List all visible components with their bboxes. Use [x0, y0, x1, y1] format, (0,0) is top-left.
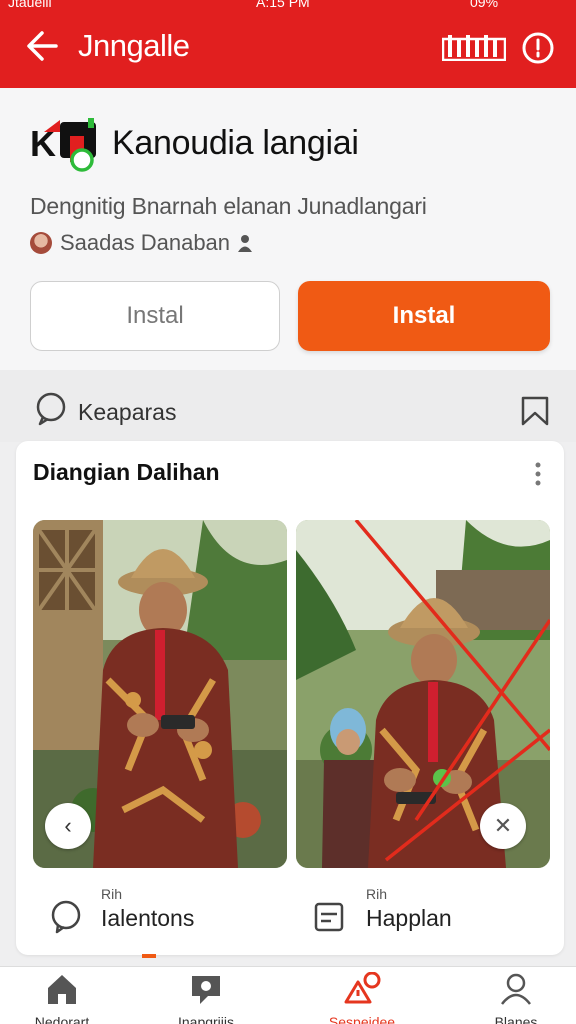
- action-label: Ialentons: [101, 905, 195, 931]
- alert-icon: [344, 972, 381, 1004]
- chat-bubble-icon: [51, 900, 81, 934]
- close-button[interactable]: ✕: [480, 803, 526, 849]
- chevron-left-icon: ‹: [64, 813, 72, 838]
- tab-messages[interactable]: Inapgriiis: [146, 972, 266, 1024]
- chat-icon: [192, 976, 220, 1004]
- developer-name: Saadas Danaban: [60, 230, 231, 255]
- action-item-1[interactable]: Rih Ialentons: [33, 880, 278, 944]
- page-title: Jnngalle: [78, 28, 190, 63]
- arrow-left-icon[interactable]: [22, 26, 62, 66]
- status-time: A:15 PM: [256, 0, 310, 10]
- install-secondary-button[interactable]: Instal: [30, 281, 280, 351]
- bookmark-icon[interactable]: [519, 395, 551, 427]
- tab-home[interactable]: Nedorart: [2, 972, 122, 1024]
- status-bar: Jtauelii A:15 PM 09%: [0, 0, 576, 10]
- home-icon: [48, 975, 76, 1004]
- card-title: Diangian Dalihan: [33, 459, 220, 485]
- install-button[interactable]: Instal: [298, 281, 550, 351]
- tab-label: Nedorart: [34, 1014, 90, 1024]
- app-logo-icon: K: [30, 118, 96, 172]
- tab-label: Inapgriiis: [177, 1014, 235, 1024]
- app-bar: Jtauelii A:15 PM 09% Jnngalle: [0, 0, 576, 88]
- app-description: Dengnitig Bnarnah elanan Junadlangari: [30, 193, 427, 219]
- chat-bubble-icon[interactable]: [34, 392, 68, 426]
- tab-alerts[interactable]: Sespeidee: [302, 972, 422, 1024]
- document-icon: [314, 902, 344, 932]
- verified-icon: [238, 235, 253, 252]
- more-options-icon[interactable]: [530, 459, 546, 491]
- bar-graph-icon[interactable]: [442, 33, 506, 61]
- section-label[interactable]: Keaparas: [78, 399, 176, 426]
- status-battery: 09%: [470, 0, 499, 10]
- previous-button[interactable]: ‹: [45, 803, 91, 849]
- action-item-2[interactable]: Rih Happlan: [296, 880, 550, 944]
- app-name: Kanoudia langiai: [112, 124, 359, 162]
- developer-row[interactable]: Saadas Danaban: [30, 230, 254, 256]
- tab-profile[interactable]: Blanes: [456, 972, 576, 1024]
- tab-label: Sespeidee: [328, 1014, 396, 1024]
- page-indicator: [142, 954, 156, 958]
- avatar: [30, 232, 52, 254]
- profile-icon: [501, 973, 531, 1005]
- tab-label: Blanes: [494, 1014, 538, 1024]
- action-caption: Rih: [101, 886, 123, 902]
- action-label: Happlan: [366, 905, 452, 931]
- info-icon[interactable]: [521, 31, 555, 65]
- close-icon: ✕: [493, 813, 513, 838]
- status-carrier: Jtauelii: [8, 0, 52, 10]
- action-caption: Rih: [366, 886, 388, 902]
